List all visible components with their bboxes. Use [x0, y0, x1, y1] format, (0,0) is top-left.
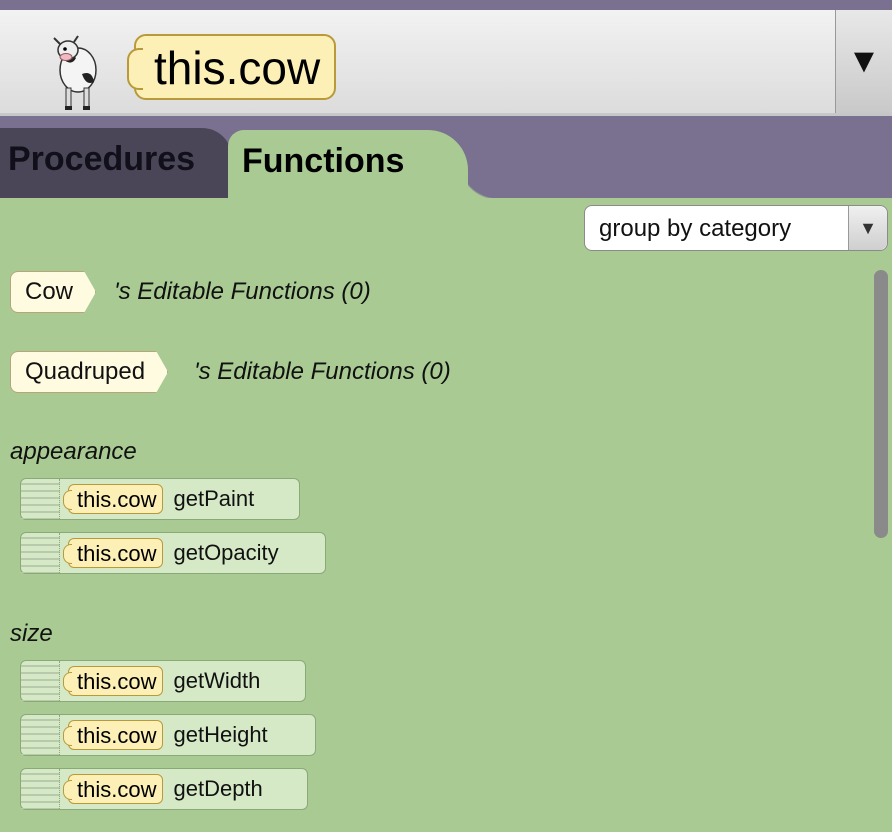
target-pill: this.cow	[62, 666, 164, 696]
drag-grip-icon[interactable]	[21, 715, 60, 755]
function-name: getOpacity	[173, 540, 279, 565]
drag-grip-icon[interactable]	[21, 479, 60, 519]
drag-grip-icon[interactable]	[21, 533, 60, 573]
scrollbar-thumb[interactable]	[874, 270, 888, 538]
drag-grip-icon[interactable]	[21, 661, 60, 701]
type-pill-cow[interactable]: Cow	[10, 271, 96, 313]
editable-functions-label: 's Editable Functions (0)	[194, 358, 451, 385]
target-pill: this.cow	[62, 774, 164, 804]
function-tile-getwidth[interactable]: this.cow getWidth	[20, 660, 306, 702]
tabs-bar: Procedures Functions	[0, 116, 892, 200]
selected-instance-pill: this.cow	[126, 34, 337, 100]
function-name: getPaint	[173, 486, 255, 511]
dropdown-arrow-icon[interactable]: ▼	[835, 10, 892, 113]
function-tile-getdepth[interactable]: this.cow getDepth	[20, 768, 308, 810]
type-pill-quadruped[interactable]: Quadruped	[10, 351, 168, 393]
editable-functions-label: 's Editable Functions (0)	[114, 278, 371, 305]
instance-selector[interactable]: this.cow ▼	[0, 10, 892, 116]
group-by-value: group by category	[599, 215, 792, 242]
target-pill: this.cow	[62, 484, 164, 514]
function-tile-getopacity[interactable]: this.cow getOpacity	[20, 532, 326, 574]
drag-grip-icon[interactable]	[21, 769, 60, 809]
cow-icon	[53, 35, 97, 110]
function-name: getDepth	[173, 776, 263, 801]
function-tile-getheight[interactable]: this.cow getHeight	[20, 714, 316, 756]
group-by-dropdown[interactable]: group by category ▼	[584, 205, 888, 251]
target-pill: this.cow	[62, 720, 164, 750]
tab-procedures[interactable]: Procedures	[0, 128, 232, 198]
category-appearance: appearance	[10, 438, 137, 465]
target-pill: this.cow	[62, 538, 164, 568]
function-tile-getpaint[interactable]: this.cow getPaint	[20, 478, 300, 520]
tab-functions[interactable]: Functions	[228, 130, 498, 200]
function-name: getWidth	[173, 668, 261, 693]
top-strip	[0, 0, 892, 10]
category-size: size	[10, 620, 53, 647]
function-name: getHeight	[173, 722, 268, 747]
chevron-down-icon[interactable]: ▼	[848, 206, 887, 250]
